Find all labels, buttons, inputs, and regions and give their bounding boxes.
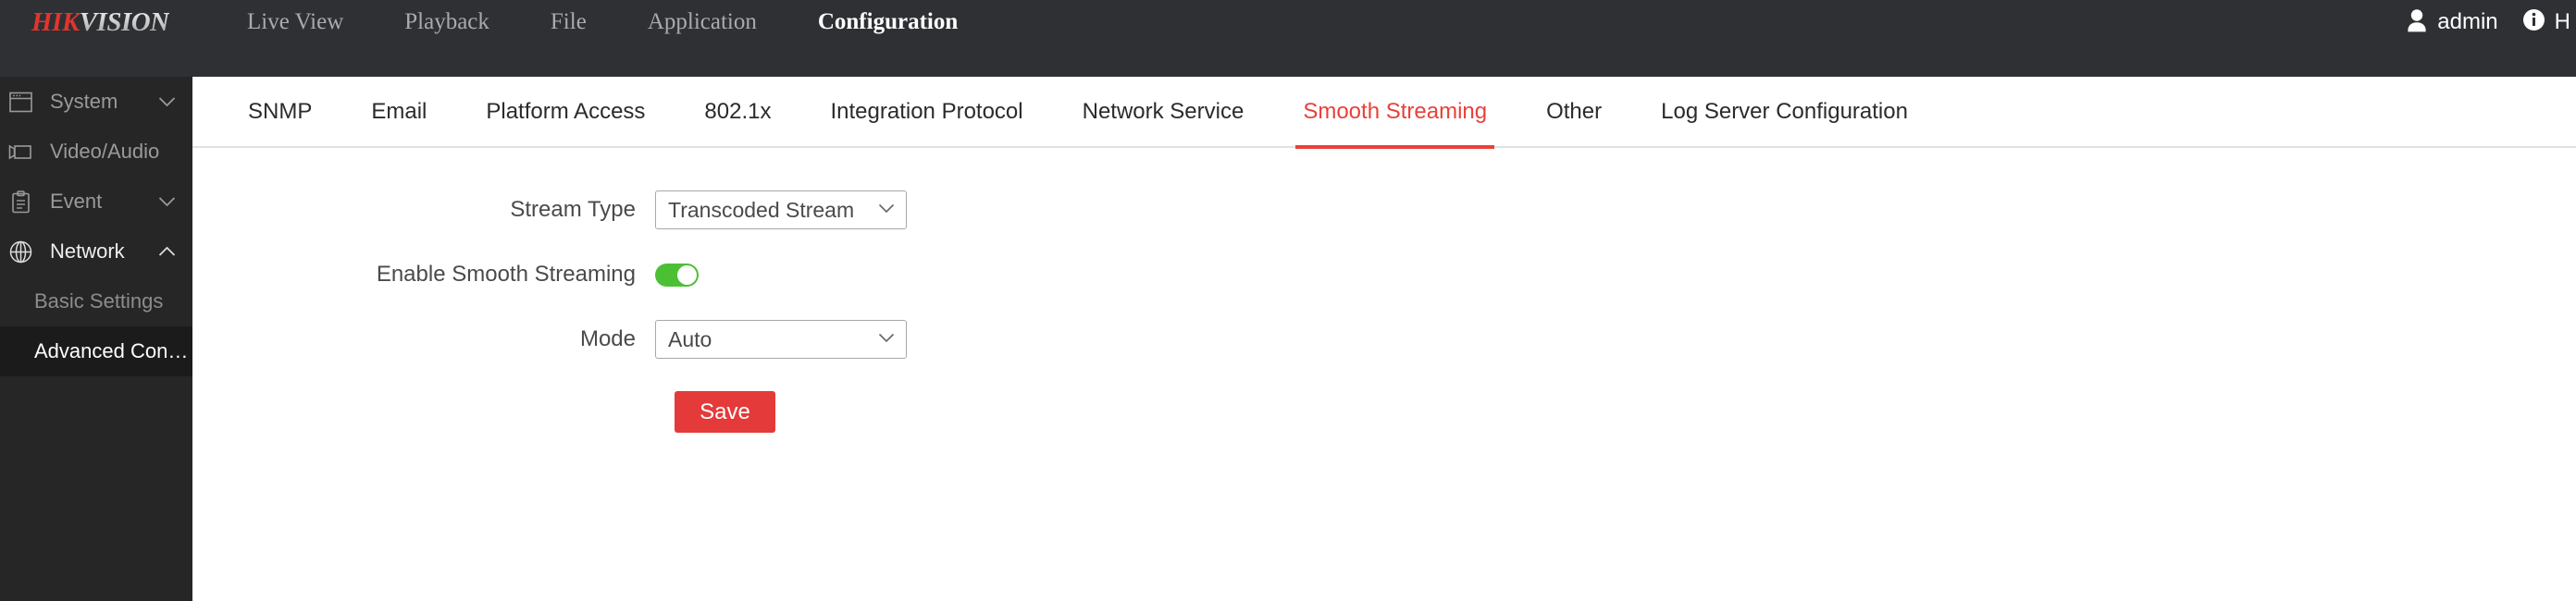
form-row-stream-type: Stream Type Transcoded Stream [192, 184, 2576, 236]
chevron-down-icon[interactable] [158, 196, 176, 207]
chevron-down-icon[interactable] [158, 96, 176, 107]
nav-item-playback[interactable]: Playback [374, 0, 520, 44]
top-navigation: Live View Playback File Application Conf… [217, 0, 988, 44]
form-row-mode: Mode Auto [192, 313, 2576, 365]
sidebar-subitem-advanced-configuration[interactable]: Advanced Con… [0, 326, 192, 376]
help-label: H [2554, 9, 2570, 34]
sidebar-subitem-basic-settings[interactable]: Basic Settings [0, 276, 192, 326]
mode-value: Auto [668, 326, 712, 351]
mode-select[interactable]: Auto [655, 320, 907, 359]
sidebar-item-video-audio[interactable]: Video/Audio [0, 127, 192, 177]
chevron-up-icon[interactable] [158, 246, 176, 257]
tab-802-1x[interactable]: 802.1x [675, 76, 800, 147]
sidebar-item-system-label: System [50, 90, 118, 113]
enable-smooth-streaming-toggle[interactable] [655, 263, 699, 287]
user-menu[interactable]: admin [2407, 8, 2498, 37]
globe-icon [4, 240, 37, 264]
window-icon [4, 92, 37, 113]
sidebar-item-event-label: Event [50, 190, 103, 213]
nav-item-application[interactable]: Application [617, 0, 787, 44]
enable-smooth-streaming-label: Enable Smooth Streaming [376, 262, 636, 287]
sidebar-subitem-basic-settings-label: Basic Settings [34, 289, 164, 313]
form-actions: Save [192, 391, 2576, 433]
clipboard-icon [4, 190, 37, 214]
form-row-enable-smooth-streaming: Enable Smooth Streaming [192, 249, 2576, 300]
sidebar-item-event[interactable]: Event [0, 177, 192, 227]
top-header: HIK VISION Live View Playback File Applic… [0, 0, 2576, 77]
sidebar-item-network-label: Network [50, 239, 125, 263]
sidebar-subitem-advanced-configuration-label: Advanced Con… [34, 339, 189, 362]
logo-text-vision: VISION [79, 6, 169, 37]
stream-type-label: Stream Type [510, 197, 636, 222]
stream-type-select[interactable]: Transcoded Stream [655, 190, 907, 229]
smooth-streaming-form: Stream Type Transcoded Stream Enable Smo… [192, 148, 2576, 433]
nav-item-configuration[interactable]: Configuration [787, 0, 988, 44]
main-content: SNMP Email Platform Access 802.1x Integr… [192, 77, 2576, 601]
tab-smooth-streaming[interactable]: Smooth Streaming [1273, 76, 1517, 149]
action-spacer [192, 391, 675, 433]
sidebar-item-network[interactable]: Network [0, 227, 192, 276]
chevron-down-icon [878, 202, 895, 218]
person-icon [2407, 8, 2427, 37]
save-button[interactable]: Save [675, 391, 775, 433]
nav-item-file[interactable]: File [520, 0, 617, 44]
tab-platform-access[interactable]: Platform Access [456, 76, 675, 147]
header-right-cluster: admin H [2407, 0, 2576, 44]
sidebar-item-system[interactable]: System [0, 77, 192, 127]
user-name-label: admin [2437, 9, 2498, 34]
sidebar: System Video/Audio Event Network Basic S… [0, 77, 192, 601]
stream-type-value: Transcoded Stream [668, 197, 855, 222]
tab-network-service[interactable]: Network Service [1053, 76, 1274, 147]
mode-label: Mode [579, 326, 636, 351]
info-circle-icon [2522, 8, 2545, 36]
hikvision-logo[interactable]: HIK VISION [0, 0, 192, 44]
chevron-down-icon [878, 331, 895, 348]
tab-other[interactable]: Other [1517, 76, 1631, 147]
tab-log-server-configuration[interactable]: Log Server Configuration [1631, 76, 1938, 147]
sidebar-item-video-audio-label: Video/Audio [50, 140, 160, 163]
tab-snmp[interactable]: SNMP [218, 76, 341, 147]
tab-email[interactable]: Email [341, 76, 456, 147]
video-camera-icon [4, 142, 37, 162]
logo-text-hik: HIK [31, 6, 80, 37]
toggle-knob [677, 264, 697, 285]
tab-integration-protocol[interactable]: Integration Protocol [800, 76, 1052, 147]
tab-bar: SNMP Email Platform Access 802.1x Integr… [192, 76, 2576, 149]
nav-item-live-view[interactable]: Live View [217, 0, 374, 44]
help-menu[interactable]: H [2522, 8, 2570, 36]
